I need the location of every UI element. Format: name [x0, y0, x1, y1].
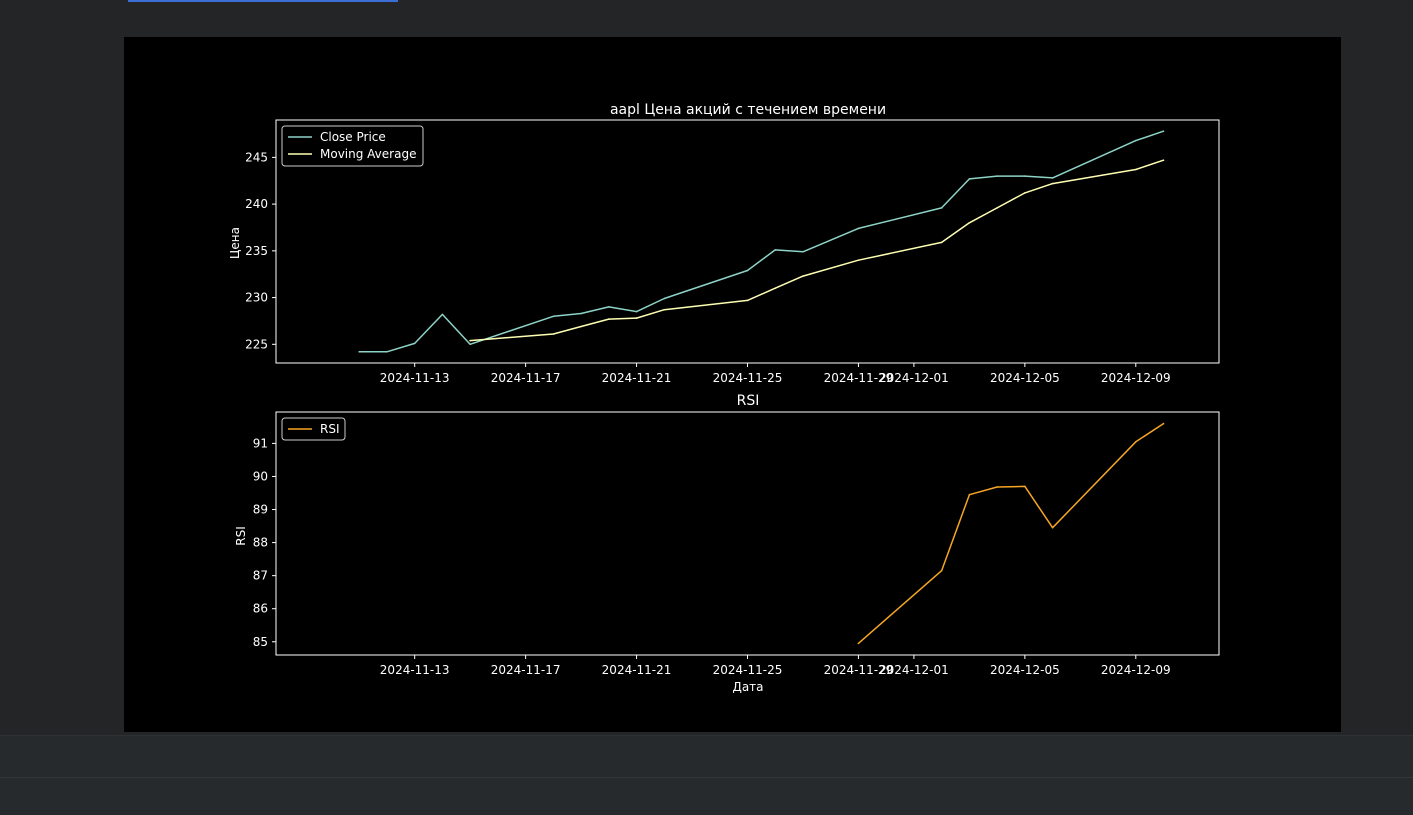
- rsi-y-tick-label: 88: [253, 536, 268, 550]
- data-point-close-price: [469, 343, 471, 346]
- rsi-x-tick-label: 2024-12-09: [1101, 663, 1171, 677]
- data-point-close-price: [996, 175, 998, 177]
- rsi-y-axis-label: RSI: [234, 526, 248, 546]
- price-y-tick-label: 230: [245, 291, 268, 305]
- data-point-close-price: [746, 269, 749, 272]
- data-point-close-price: [1024, 175, 1026, 177]
- data-point-moving-average: [663, 308, 666, 311]
- data-point-rsi: [1024, 485, 1026, 488]
- price-x-tick-label: 2024-11-25: [713, 371, 783, 385]
- data-point-moving-average: [1162, 159, 1165, 161]
- data-point-rsi: [857, 642, 860, 645]
- rsi-x-tick-label: 2024-12-01: [879, 663, 949, 677]
- data-point-close-price: [1051, 177, 1054, 179]
- chart-figure: aapl Цена акций с течением времени Цена …: [124, 37, 1341, 732]
- data-point-rsi: [968, 493, 971, 496]
- rsi-x-tick-label: 2024-11-13: [380, 663, 450, 677]
- price-x-tick-label: 2024-12-05: [990, 371, 1060, 385]
- series-line-rsi: [857, 422, 1164, 644]
- series-line-close-price: [359, 130, 1164, 353]
- data-point-close-price: [663, 297, 666, 300]
- data-point-moving-average: [802, 275, 804, 277]
- status-bar: [0, 777, 1413, 815]
- price-x-tick-label: 2024-11-13: [380, 371, 450, 385]
- price-marks: 2024-11-13 2024-11-17 2024-11-21 2024-11-25…: [245, 130, 1171, 385]
- data-point-moving-average: [608, 318, 610, 320]
- data-point-rsi: [940, 569, 943, 572]
- price-y-tick-label: 245: [245, 150, 268, 164]
- data-point-close-price: [968, 178, 971, 180]
- data-point-moving-average: [552, 333, 555, 335]
- price-y-tick-label: 225: [245, 337, 268, 351]
- price-x-tick-label: 2024-11-21: [602, 371, 672, 385]
- data-point-moving-average: [996, 207, 998, 209]
- rsi-y-tick-label: 87: [253, 569, 268, 583]
- rsi-marks: 2024-11-13 2024-11-17 2024-11-21 2024-11-25…: [253, 422, 1171, 677]
- data-point-rsi: [1162, 422, 1165, 425]
- data-point-close-price: [608, 306, 610, 308]
- rsi-y-tick-label: 89: [253, 503, 268, 517]
- data-point-moving-average: [580, 325, 582, 328]
- data-point-close-price: [552, 315, 555, 318]
- rsi-x-tick-label: 2024-12-05: [990, 663, 1060, 677]
- rsi-legend: RSI: [281, 417, 346, 441]
- data-point-moving-average: [857, 259, 860, 261]
- data-point-close-price: [1162, 130, 1165, 132]
- price-legend: Close Price Moving Average: [281, 125, 424, 167]
- rsi-x-axis-label: Дата: [732, 680, 763, 694]
- data-point-close-price: [358, 351, 360, 353]
- data-point-close-price: [413, 342, 416, 345]
- price-x-tick-label: 2024-12-09: [1101, 371, 1171, 385]
- price-x-tick-label: 2024-11-17: [491, 371, 561, 385]
- data-point-close-price: [386, 351, 388, 353]
- data-point-close-price: [635, 310, 638, 313]
- data-point-moving-average: [1024, 192, 1026, 194]
- data-point-close-price: [802, 251, 804, 253]
- data-point-moving-average: [940, 241, 943, 244]
- rsi-axes: RSI RSI Дата 2024-11-13 2024-11-17 2024-11…: [234, 393, 1220, 694]
- price-y-tick-label: 240: [245, 197, 268, 211]
- top-accent-bar: [128, 0, 398, 2]
- bottom-toolbar: [0, 735, 1413, 777]
- data-point-moving-average: [774, 287, 776, 289]
- rsi-y-tick-label: 85: [253, 635, 268, 649]
- data-point-moving-average: [635, 317, 638, 319]
- data-point-moving-average: [968, 222, 971, 224]
- data-point-close-price: [774, 249, 776, 251]
- chart-svg: aapl Цена акций с течением времени Цена …: [228, 102, 1220, 694]
- data-point-rsi: [996, 486, 998, 488]
- data-point-rsi: [1051, 526, 1054, 529]
- rsi-y-tick-label: 90: [253, 469, 268, 483]
- data-point-moving-average: [746, 299, 749, 302]
- data-point-moving-average: [1051, 182, 1054, 185]
- data-point-close-price: [940, 207, 943, 209]
- rsi-y-tick-label: 86: [253, 602, 268, 616]
- price-axes: aapl Цена акций с течением времени Цена …: [228, 102, 1220, 385]
- data-point-rsi: [1135, 441, 1137, 443]
- data-point-moving-average: [1135, 168, 1137, 171]
- rsi-axes-frame: [275, 411, 1220, 656]
- data-point-close-price: [857, 227, 860, 230]
- rsi-x-tick-label: 2024-11-25: [713, 663, 783, 677]
- rsi-x-tick-label: 2024-11-21: [602, 663, 672, 677]
- price-y-axis-label: Цена: [228, 227, 242, 259]
- price-y-tick-label: 235: [245, 244, 268, 258]
- rsi-chart-title: RSI: [737, 393, 760, 409]
- legend-label-ma: Moving Average: [320, 147, 416, 161]
- data-point-close-price: [580, 312, 582, 315]
- price-x-tick-label: 2024-12-01: [879, 371, 949, 385]
- rsi-x-tick-label: 2024-11-17: [491, 663, 561, 677]
- price-chart-title: aapl Цена акций с течением времени: [610, 102, 886, 118]
- data-point-close-price: [1135, 139, 1137, 142]
- legend-label-rsi: RSI: [320, 422, 340, 436]
- legend-label-close: Close Price: [320, 130, 386, 144]
- rsi-y-tick-label: 91: [253, 436, 268, 450]
- data-point-moving-average: [469, 339, 471, 342]
- data-point-close-price: [441, 313, 444, 316]
